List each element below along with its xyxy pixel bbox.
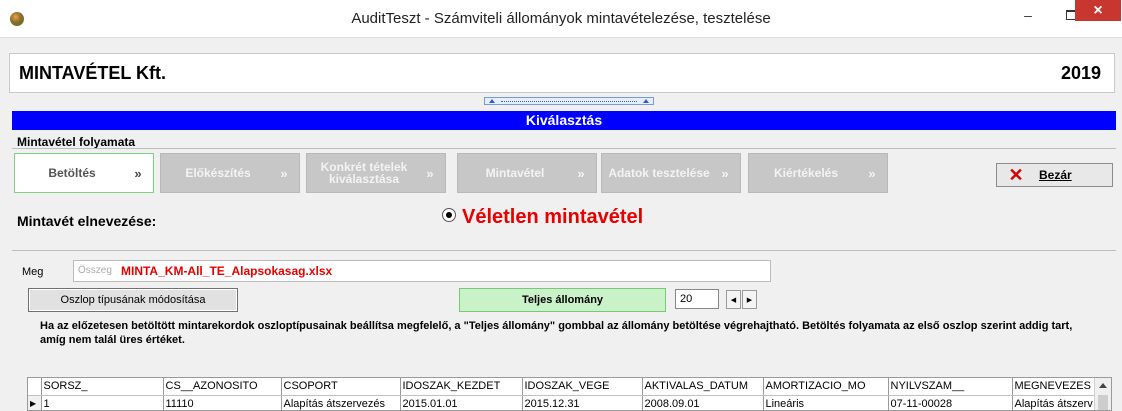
chevron-right-icon: » [721, 165, 729, 181]
random-sampling-radio[interactable] [442, 208, 456, 222]
close-window-button[interactable]: × [1075, 0, 1121, 21]
close-x-icon: ✕ [1008, 164, 1024, 185]
amount-placeholder: Összeg [78, 265, 112, 276]
grid-cell[interactable]: 2015.01.01 [400, 395, 523, 410]
grid-cell[interactable]: 2015.12.31 [522, 395, 643, 410]
chevron-right-icon: » [426, 165, 434, 181]
step-adatok-tesztelese-button[interactable]: Adatok tesztelése » [601, 153, 741, 193]
meg-label: Meg [22, 266, 44, 278]
process-label: Mintavétel folyamata [17, 135, 136, 149]
step-label: Kiértékelés [773, 166, 839, 180]
close-button[interactable]: ✕ Bezár [996, 163, 1113, 187]
spin-left-button[interactable]: ◀ [726, 290, 741, 309]
sample-name-label: Mintavét elnevezése: [17, 213, 157, 229]
sampling-method-label: Véletlen mintavétel [462, 206, 644, 228]
step-elokeszites-button[interactable]: Előkészítés » [160, 153, 300, 193]
grid-header-row: SORSZ_ CS__AZONOSITO CSOPORT IDOSZAK_KEZ… [28, 378, 1103, 396]
data-grid[interactable]: SORSZ_ CS__AZONOSITO CSOPORT IDOSZAK_KEZ… [27, 377, 1112, 411]
company-header: MINTAVÉTEL Kft. 2019 [9, 53, 1115, 93]
record-count-input[interactable]: 20 [675, 289, 719, 309]
grid-scrollbar[interactable] [1094, 378, 1111, 410]
chevron-right-icon: » [134, 165, 142, 181]
splitter-dots [501, 101, 637, 102]
current-row-icon: ▶ [28, 395, 42, 410]
load-hint-text: Ha az előzetesen betöltött mintarekordok… [40, 320, 1073, 346]
company-name: MINTAVÉTEL Kft. [19, 63, 166, 83]
minimize-button[interactable]: – [1005, 0, 1051, 30]
grid-header-cell[interactable]: CS__AZONOSITO [163, 378, 282, 396]
grid-header-cell[interactable]: AMORTIZACIO_MO [763, 378, 889, 396]
window-title: AuditTeszt - Számviteli állományok minta… [351, 10, 771, 27]
chevron-right-icon: » [280, 165, 288, 181]
scroll-up-icon[interactable] [1099, 383, 1107, 388]
grid-cell[interactable]: 2008.09.01 [642, 395, 764, 410]
grid-header-cell[interactable]: IDOSZAK_KEZDET [400, 378, 523, 396]
grid-cell[interactable]: Alapítás átszerv [1012, 395, 1103, 410]
grid-header-cell[interactable]: IDOSZAK_VEGE [522, 378, 643, 396]
close-button-label: Bezár [1039, 168, 1072, 182]
panel-splitter-handle[interactable] [484, 97, 654, 105]
full-set-button[interactable]: Teljes állomány [459, 288, 666, 312]
column-type-button[interactable]: Oszlop típusának módosítása [28, 288, 238, 312]
section-band-title: Kiválasztás [12, 111, 1116, 130]
grid-header-cell[interactable]: CSOPORT [281, 378, 401, 396]
grid-header-cell[interactable]: SORSZ_ [41, 378, 164, 396]
row-indicator-cell [28, 378, 42, 396]
grid-header-cell[interactable]: NYILVSZAM__ [888, 378, 1013, 396]
spin-right-button[interactable]: ▶ [742, 290, 757, 309]
chevron-right-icon: » [868, 165, 876, 181]
step-label: Mintavétel [485, 166, 545, 180]
scroll-thumb[interactable] [1098, 395, 1108, 410]
file-name-value: MINTA_KM-All_TE_Alapsokasag.xlsx [121, 264, 333, 278]
grid-cell[interactable]: Lineáris [763, 395, 889, 410]
step-kiertekeles-button[interactable]: Kiértékelés » [748, 153, 888, 193]
grid-cell[interactable]: 07-11-00028 [888, 395, 1013, 410]
step-mintavetel-button[interactable]: Mintavétel » [457, 153, 597, 193]
file-name-field[interactable]: Összeg MINTA_KM-All_TE_Alapsokasag.xlsx [73, 260, 771, 282]
chevron-right-icon: » [577, 165, 585, 181]
grid-cell[interactable]: 1 [41, 395, 164, 410]
grid-cell[interactable]: 11110 [163, 395, 282, 410]
step-label: Konkrét tételek kiválasztása [320, 160, 408, 186]
grid-header-cell[interactable]: MEGNEVEZES [1012, 378, 1103, 396]
step-label: Adatok tesztelése [608, 166, 710, 180]
step-konkret-tetelek-button[interactable]: Konkrét tételek kiválasztása » [306, 153, 446, 193]
grid-header-cell[interactable]: AKTIVALAS_DATUM [642, 378, 764, 396]
grid-cell[interactable]: Alapítás átszervezés [281, 395, 401, 410]
step-betoltes-button[interactable]: Betöltés » [14, 153, 154, 193]
divider [12, 148, 1116, 149]
step-label: Előkészítés [185, 166, 251, 180]
title-bar: AuditTeszt - Számviteli állományok minta… [0, 0, 1122, 38]
year-label: 2019 [1060, 63, 1101, 83]
table-row[interactable]: ▶ 1 11110 Alapítás átszervezés 2015.01.0… [28, 395, 1103, 410]
step-label: Betöltés [48, 166, 96, 180]
